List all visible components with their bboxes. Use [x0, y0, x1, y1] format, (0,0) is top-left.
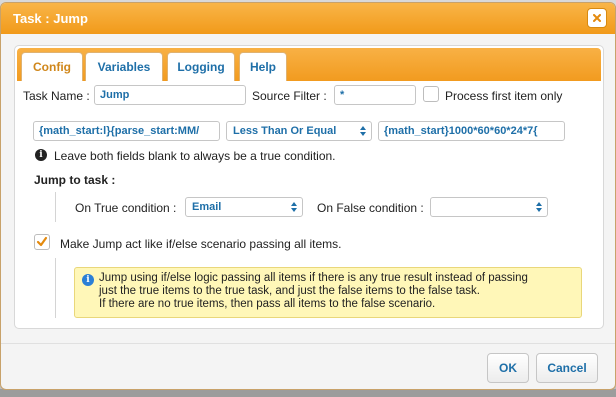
condition-operator-value: Less Than Or Equal — [233, 125, 337, 137]
checkmark-icon — [36, 236, 48, 247]
source-filter-input[interactable]: * — [334, 85, 416, 105]
ifelse-checkbox[interactable] — [34, 234, 50, 250]
close-button[interactable] — [587, 8, 607, 28]
tab-bar: Config Variables Logging Help — [17, 48, 601, 81]
notice-line: just the true items to the true task, an… — [99, 285, 480, 297]
ifelse-notice: i Jump using if/else logic passing all i… — [74, 267, 582, 318]
task-name-label: Task Name : — [23, 89, 90, 103]
info-icon: i — [82, 274, 94, 286]
indent-guide — [55, 192, 56, 222]
select-arrows-icon — [536, 202, 542, 212]
source-filter-label: Source Filter : — [252, 89, 327, 103]
jump-task-dialog: Task : Jump Config Variables Logging Hel… — [0, 2, 616, 390]
close-icon — [593, 14, 601, 22]
cancel-button[interactable]: Cancel — [536, 353, 598, 383]
indent-guide — [55, 258, 56, 318]
dialog-title: Task : Jump — [13, 11, 88, 26]
select-arrows-icon — [291, 202, 297, 212]
ifelse-label: Make Jump act like if/else scenario pass… — [60, 237, 342, 251]
dialog-titlebar: Task : Jump — [1, 3, 615, 34]
condition-right-input[interactable]: {math_start}1000*60*60*24*7{ — [378, 121, 565, 141]
on-false-label: On False condition : — [317, 201, 424, 215]
condition-hint: Leave both fields blank to always be a t… — [54, 149, 336, 163]
tab-logging[interactable]: Logging — [167, 52, 235, 81]
notice-line: If there are no true items, then pass al… — [99, 298, 436, 310]
condition-left-input[interactable]: {math_start:l}{parse_start:MM/ — [33, 121, 220, 141]
notice-line: Jump using if/else logic passing all ite… — [99, 272, 528, 284]
tab-help[interactable]: Help — [239, 52, 287, 81]
info-icon: i — [35, 149, 47, 161]
process-first-checkbox[interactable] — [423, 86, 439, 102]
select-arrows-icon — [360, 126, 366, 136]
ok-button[interactable]: OK — [487, 353, 529, 383]
task-name-input[interactable]: Jump — [94, 85, 246, 105]
tab-config[interactable]: Config — [21, 52, 83, 81]
on-true-select[interactable]: Email — [185, 197, 303, 217]
on-false-select[interactable] — [430, 197, 548, 217]
on-true-label: On True condition : — [75, 201, 177, 215]
process-first-label: Process first item only — [445, 89, 563, 103]
background-window-strip-bottom — [0, 389, 616, 397]
jump-to-task-label: Jump to task : — [34, 173, 116, 187]
footer-divider — [1, 343, 615, 344]
tab-variables[interactable]: Variables — [85, 52, 163, 81]
on-true-value: Email — [192, 201, 222, 213]
condition-operator-select[interactable]: Less Than Or Equal — [226, 121, 372, 141]
